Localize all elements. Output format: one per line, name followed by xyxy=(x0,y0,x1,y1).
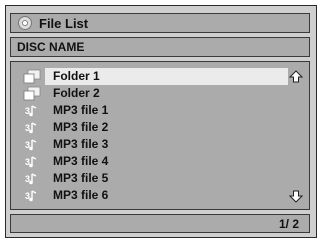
list-item-label: MP3 file 2 xyxy=(53,120,109,134)
list-item-mp3-file-3[interactable]: 3 MP3 file 3 xyxy=(11,136,311,153)
scroll-down-arrow-icon[interactable] xyxy=(289,189,303,203)
scroll-up-arrow-icon[interactable] xyxy=(289,70,303,84)
list-item-label: MP3 file 6 xyxy=(53,188,109,202)
mp3-icon: 3 xyxy=(25,173,37,185)
mp3-icon: 3 xyxy=(25,156,37,168)
disc-icon xyxy=(18,16,32,30)
list-item-folder-2[interactable]: Folder 2 xyxy=(11,85,311,102)
page-indicator-bar: 1/ 2 xyxy=(10,214,310,233)
list-item-folder-1[interactable]: Folder 1 xyxy=(11,68,311,85)
list-item-label: MP3 file 4 xyxy=(53,154,109,168)
disc-name-bar: DISC NAME xyxy=(10,37,310,57)
window-title: File List xyxy=(39,15,89,31)
list-item-mp3-file-4[interactable]: 3 MP3 file 4 xyxy=(11,153,311,170)
folder-icon xyxy=(23,69,41,84)
mp3-icon: 3 xyxy=(25,139,37,151)
mp3-icon: 3 xyxy=(25,190,37,202)
list-item-mp3-file-1[interactable]: 3 MP3 file 1 xyxy=(11,102,311,119)
list-item-label: MP3 file 1 xyxy=(53,103,109,117)
mp3-icon: 3 xyxy=(25,105,37,117)
disc-name: DISC NAME xyxy=(17,40,85,54)
list-item-label: Folder 2 xyxy=(53,86,100,100)
page-indicator: 1/ 2 xyxy=(278,216,299,231)
list-item-mp3-file-6[interactable]: 3 MP3 file 6 xyxy=(11,187,311,204)
file-list: Folder 1 Folder 2 3 MP3 file 1 3 MP3 fil… xyxy=(10,61,310,210)
mp3-icon: 3 xyxy=(25,122,37,134)
list-item-label: MP3 file 5 xyxy=(53,171,109,185)
list-item-mp3-file-2[interactable]: 3 MP3 file 2 xyxy=(11,119,311,136)
list-item-label: Folder 1 xyxy=(45,68,288,85)
title-bar: File List xyxy=(10,13,310,33)
list-item-label: MP3 file 3 xyxy=(53,137,109,151)
folder-icon xyxy=(23,86,41,101)
list-item-mp3-file-5[interactable]: 3 MP3 file 5 xyxy=(11,170,311,187)
